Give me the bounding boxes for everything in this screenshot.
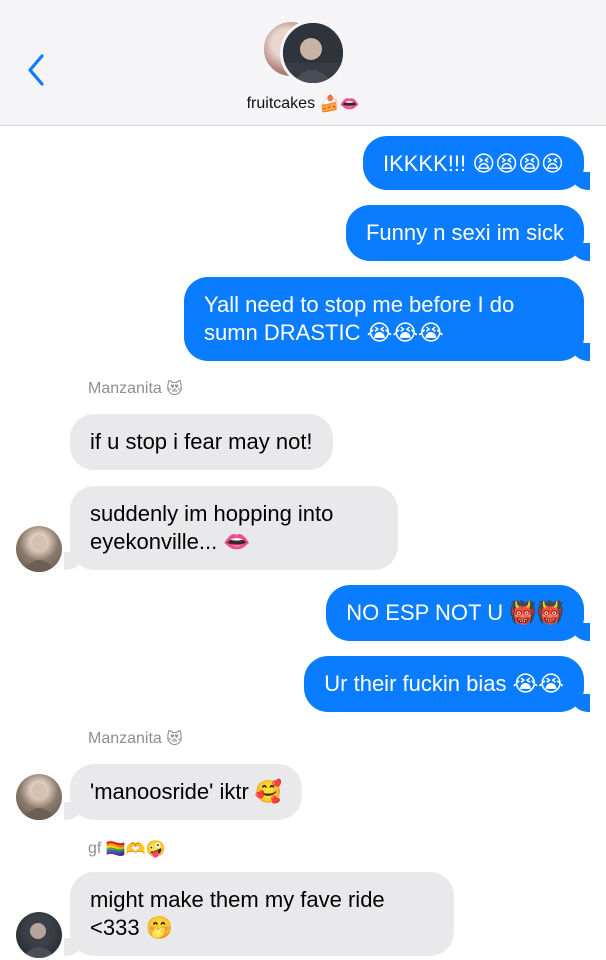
group-avatar[interactable]	[262, 20, 346, 86]
message-bubble-incoming[interactable]: 'manoosride' iktr 🥰	[63, 764, 303, 820]
sender-emoji: 😻	[166, 378, 183, 398]
message-bubble-incoming[interactable]: might make them my fave ride <333 🤭	[64, 872, 454, 956]
sender-name: Manzanita 😻	[88, 728, 183, 748]
message-text: if u stop i fear may not!	[90, 429, 313, 454]
avatar[interactable]	[16, 774, 62, 820]
sender-emoji: 😻	[166, 728, 183, 748]
message-text: 'manoosride' iktr	[90, 779, 249, 804]
message-emoji: 👹👹	[509, 601, 564, 627]
avatar[interactable]	[16, 526, 62, 572]
message-emoji: 😭😭	[512, 672, 564, 698]
message-bubble-outgoing[interactable]: Funny n sexi im sick	[345, 205, 591, 261]
member-avatar-2	[280, 20, 346, 86]
sender-emoji: 🏳️‍🌈🫶🤪	[105, 838, 166, 858]
message-emoji: 🤭	[145, 916, 174, 942]
message-emoji: 😫😫😫😫	[472, 152, 564, 178]
message-text: Yall need to stop me before I do sumn DR…	[204, 292, 515, 345]
message-text: Ur their fuckin bias	[324, 671, 507, 696]
chat-header: fruitcakes 🍰👄	[0, 0, 606, 126]
group-name[interactable]: fruitcakes 🍰👄	[0, 95, 606, 113]
sender-name: Manzanita 😻	[88, 378, 183, 398]
message-text: NO ESP NOT U	[346, 600, 504, 625]
message-emoji: 🥰	[254, 780, 283, 806]
message-bubble-outgoing[interactable]: Yall need to stop me before I do sumn DR…	[184, 277, 590, 361]
group-name-text: fruitcakes	[246, 95, 316, 112]
message-text: Funny n sexi im sick	[365, 220, 564, 245]
message-bubble-outgoing[interactable]: NO ESP NOT U 👹👹	[326, 585, 590, 641]
message-emoji: 👄	[223, 530, 251, 556]
chevron-left-icon	[28, 54, 44, 86]
message-text: suddenly im hopping into eyekonville...	[90, 501, 334, 554]
message-bubble-outgoing[interactable]: Ur their fuckin bias 😭😭	[304, 656, 590, 712]
message-bubble-outgoing[interactable]: IKKKK!!! 😫😫😫😫	[362, 136, 591, 190]
message-text: might make them my fave ride <333	[90, 887, 385, 940]
avatar[interactable]	[16, 912, 62, 958]
sender-name: gf 🏳️‍🌈🫶🤪	[88, 838, 166, 858]
message-text: IKKKK!!!	[382, 151, 467, 176]
message-bubble-incoming[interactable]: suddenly im hopping into eyekonville... …	[64, 486, 398, 570]
group-name-emoji: 🍰👄	[319, 93, 360, 113]
back-button[interactable]	[22, 50, 52, 90]
message-bubble-incoming[interactable]: if u stop i fear may not!	[70, 414, 333, 470]
message-emoji: 😭😭😭	[366, 321, 444, 347]
